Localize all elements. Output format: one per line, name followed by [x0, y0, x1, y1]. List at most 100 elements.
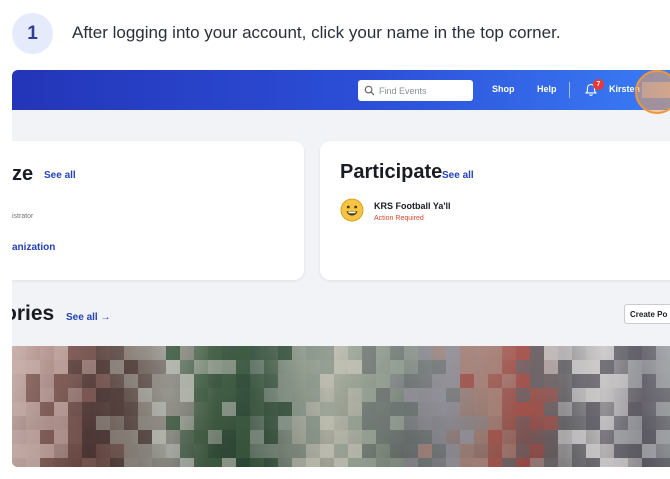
photo-pixel [194, 360, 208, 374]
photo-pixel [264, 416, 278, 430]
photo-pixel [292, 402, 306, 416]
photo-pixel [334, 374, 348, 388]
photo-pixel [264, 388, 278, 402]
photo-pixel [348, 402, 362, 416]
participate-see-all-link[interactable]: See all [442, 170, 474, 181]
top-navigation-bar: Shop Help 7 Kirsten [12, 70, 670, 114]
photo-pixel [404, 458, 418, 467]
photo-pixel [138, 374, 152, 388]
photo-pixel [68, 346, 82, 360]
photo-pixel [544, 444, 558, 458]
photo-pixel [600, 388, 614, 402]
photo-pixel [460, 388, 474, 402]
photo-pixel [348, 374, 362, 388]
create-post-button[interactable]: Create Po [624, 304, 670, 324]
photo-pixel [152, 346, 166, 360]
photo-pixel [138, 402, 152, 416]
photo-pixel [250, 388, 264, 402]
stories-see-all-link[interactable]: See all → [66, 312, 110, 323]
photo-pixel [320, 360, 334, 374]
photo-pixel [474, 346, 488, 360]
photo-pixel [376, 444, 390, 458]
photo-pixel [474, 374, 488, 388]
photo-pixel [362, 346, 376, 360]
photo-pixel [152, 360, 166, 374]
organize-see-all-link[interactable]: See all [44, 170, 76, 181]
photo-pixel [488, 402, 502, 416]
photo-pixel [362, 458, 376, 467]
photo-pixel [320, 444, 334, 458]
photo-pixel [348, 458, 362, 467]
photo-pixel [474, 402, 488, 416]
photo-pixel [166, 388, 180, 402]
photo-pixel [138, 360, 152, 374]
photo-pixel [488, 430, 502, 444]
photo-pixel [446, 360, 460, 374]
photo-pixel [474, 458, 488, 467]
photo-pixel [40, 402, 54, 416]
search-input[interactable] [379, 85, 469, 96]
photo-pixel [516, 416, 530, 430]
photo-pixel [516, 402, 530, 416]
photo-pixel [152, 430, 166, 444]
photo-pixel [54, 430, 68, 444]
photo-pixel [40, 374, 54, 388]
photo-pixel [278, 402, 292, 416]
stories-title: ories [12, 302, 55, 325]
photo-pixel [656, 360, 670, 374]
photo-pixel [96, 374, 110, 388]
photo-pixel [348, 430, 362, 444]
photo-pixel [320, 374, 334, 388]
photo-pixel [530, 416, 544, 430]
photo-pixel [460, 416, 474, 430]
photo-pixel [656, 388, 670, 402]
photo-pixel [82, 444, 96, 458]
photo-pixel [418, 346, 432, 360]
photo-pixel [264, 458, 278, 467]
photo-pixel [600, 374, 614, 388]
photo-pixel [544, 360, 558, 374]
photo-pixel [138, 458, 152, 467]
photo-pixel [68, 388, 82, 402]
step-number: 1 [12, 13, 53, 54]
photo-pixel [488, 388, 502, 402]
photo-pixel [656, 374, 670, 388]
photo-pixel [54, 402, 68, 416]
photo-pixel [292, 388, 306, 402]
photo-pixel [558, 444, 572, 458]
photo-pixel [474, 388, 488, 402]
photo-pixel [600, 444, 614, 458]
photo-pixel [138, 416, 152, 430]
photo-pixel [586, 430, 600, 444]
photo-pixel [292, 374, 306, 388]
photo-pixel [250, 374, 264, 388]
photo-pixel [194, 388, 208, 402]
photo-pixel [222, 388, 236, 402]
photo-pixel [236, 346, 250, 360]
photo-pixel [278, 374, 292, 388]
photo-pixel [180, 416, 194, 430]
photo-pixel [642, 374, 656, 388]
nav-shop-link[interactable]: Shop [492, 84, 515, 94]
search-box[interactable] [358, 80, 473, 101]
photo-pixel [586, 444, 600, 458]
photo-pixel [124, 416, 138, 430]
photo-pixel [306, 360, 320, 374]
photo-pixel [390, 388, 404, 402]
photo-pixel [152, 388, 166, 402]
photo-pixel [82, 374, 96, 388]
photo-pixel [558, 346, 572, 360]
photo-pixel [446, 374, 460, 388]
organization-link[interactable]: anization [12, 242, 55, 253]
team-name[interactable]: KRS Football Ya'll [374, 201, 451, 211]
participate-title: Participate [340, 161, 443, 183]
photo-pixel [376, 458, 390, 467]
photo-pixel [12, 458, 26, 467]
photo-pixel [558, 374, 572, 388]
photo-pixel [558, 430, 572, 444]
photo-pixel [320, 402, 334, 416]
photo-pixel [12, 402, 26, 416]
photo-pixel [264, 430, 278, 444]
photo-pixel [68, 416, 82, 430]
nav-help-link[interactable]: Help [537, 84, 557, 94]
